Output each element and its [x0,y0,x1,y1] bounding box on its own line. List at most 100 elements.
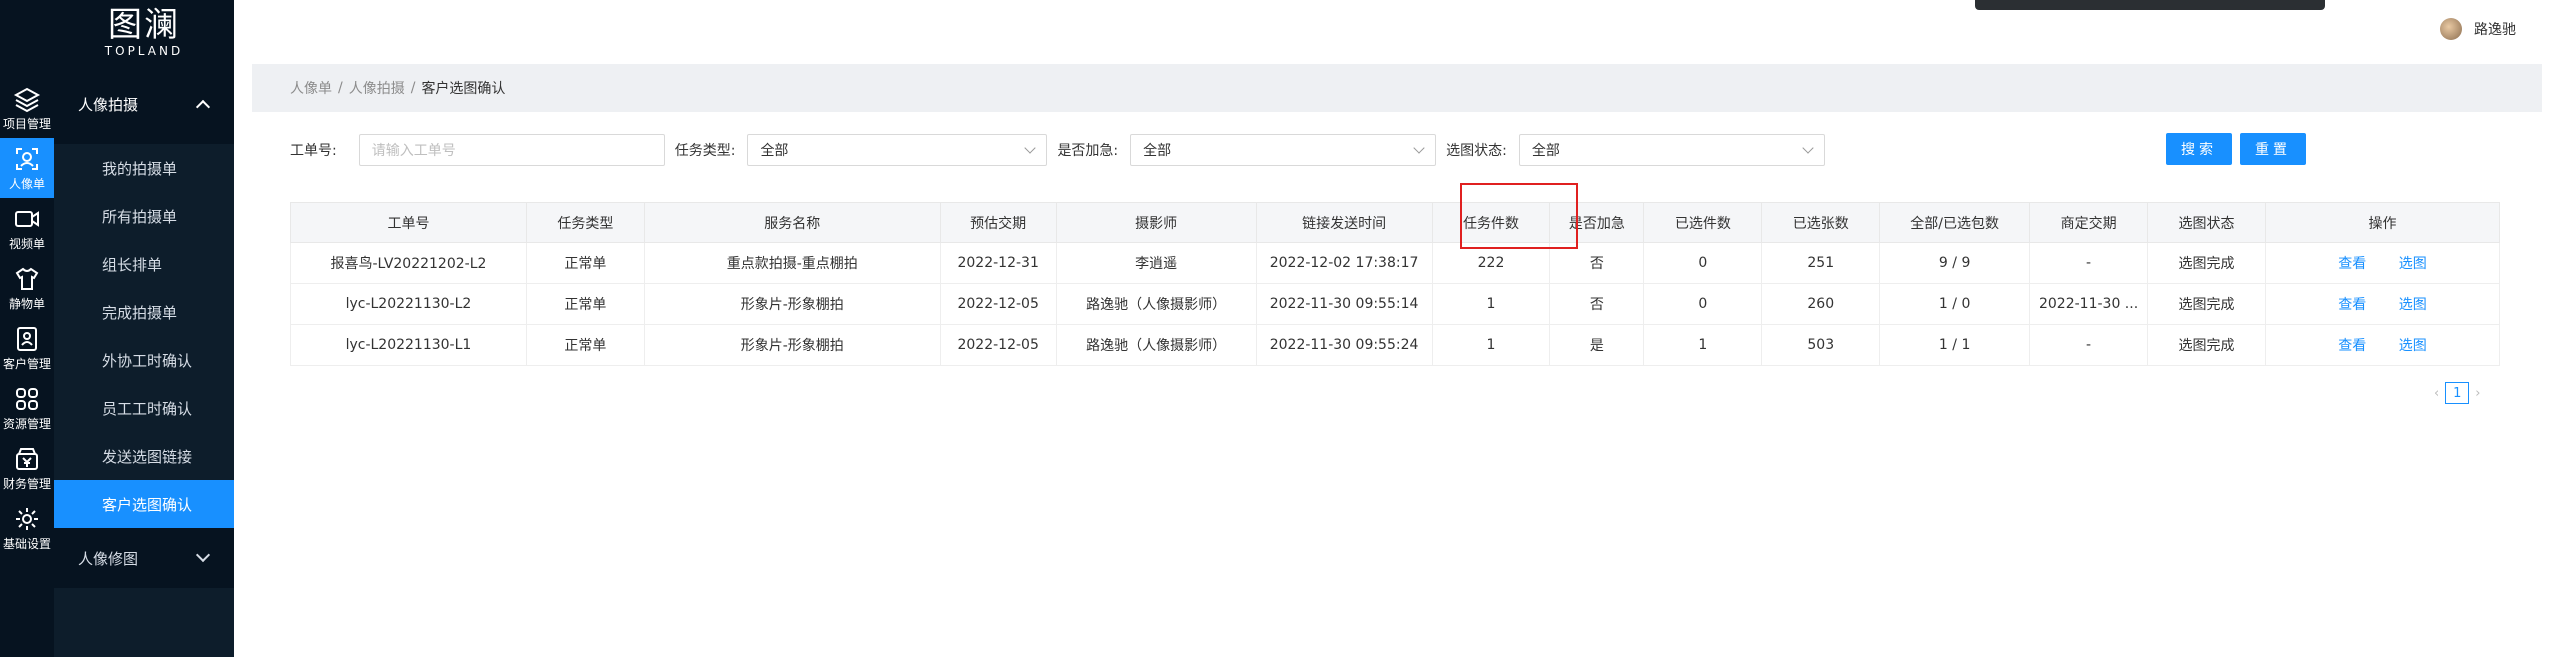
menu-item-leader-schedule[interactable]: 组长排单 [54,240,234,288]
type-label: 任务类型: [674,143,736,159]
table-cell: 503 [1761,324,1881,366]
breadcrumb-item[interactable]: 人像拍摄 [349,78,405,98]
rail-item-video[interactable]: 视频单 [0,198,54,258]
column-header: 选图状态 [2147,202,2266,243]
table-cell: 报喜鸟-LV20221202-L2 [290,242,527,284]
table-row: lyc-L20221130-L1 正常单 形象片-形象棚拍 2022-12-05… [290,324,2500,366]
menu-item-all-shoots[interactable]: 所有拍摄单 [54,192,234,240]
table-cell: 1 / 1 [1879,324,2031,366]
rail-item-settings[interactable]: 基础设置 [0,498,54,558]
search-button[interactable]: 搜索 [2166,133,2232,165]
menu-group-retouch[interactable]: 人像修图 [54,528,234,588]
menu-item-staff-hours[interactable]: 员工工时确认 [54,384,234,432]
table-cell: 2022-12-05 [939,283,1057,325]
column-header: 商定交期 [2029,202,2149,243]
table-cell: 李逍遥 [1055,242,1257,284]
table-cell: 选图完成 [2147,324,2266,366]
menu-item-outsource-hours[interactable]: 外协工时确认 [54,336,234,384]
breadcrumb-separator: / [410,80,416,96]
rail-label: 项目管理 [2,116,51,131]
chevron-down-icon [1413,142,1425,154]
table-cell: - [2029,324,2149,366]
highlight-box [1460,183,1578,249]
user-menu[interactable]: 路逸驰 [2440,18,2516,40]
video-icon [15,210,39,227]
menu-group-label: 人像修图 [78,549,139,568]
table-cell: 2022-12-31 [939,242,1057,284]
rail-label: 静物单 [8,296,45,311]
logo-mark: 图澜 [108,5,180,45]
column-header: 摄影师 [1055,202,1257,243]
chevron-up-icon [195,99,211,115]
table-cell: 正常单 [525,242,645,284]
table-cell: 正常单 [525,283,645,325]
type-select-value: 全部 [760,143,789,159]
rail-item-finance[interactable]: 财务管理 [0,438,54,498]
view-link[interactable]: 查看 [2338,338,2366,354]
table-cell: 是 [1549,324,1645,366]
table-row: lyc-L20221130-L2 正常单 形象片-形象棚拍 2022-12-05… [290,283,2500,325]
actions-cell: 查看 选图 [2265,324,2500,366]
orders-table: 工单号 任务类型 服务名称 预估交期 摄影师 链接发送时间 任务件数 是否加急 … [290,202,2500,366]
table-cell: 251 [1761,242,1881,284]
table-cell: 2022-12-05 [939,324,1057,366]
column-header: 工单号 [290,202,527,243]
menu-item-my-shoots[interactable]: 我的拍摄单 [54,144,234,192]
breadcrumb: 人像单 / 人像拍摄 / 客户选图确认 [252,64,2542,112]
customer-icon [17,326,37,351]
menu-group-portrait-shoot[interactable]: 人像拍摄 [54,64,234,144]
view-link[interactable]: 查看 [2338,297,2366,313]
column-header: 链接发送时间 [1255,202,1433,243]
breadcrumb-separator: / [338,80,343,96]
column-header: 服务名称 [643,202,941,243]
next-page-icon[interactable]: › [2475,386,2480,401]
type-select[interactable]: 全部 [747,134,1048,166]
table-cell: 否 [1549,283,1645,325]
filter-bar: 工单号: 请输入工单号 任务类型: 全部 是否加急: 全部 选图状态: 全部 [290,133,1825,167]
page-number[interactable]: 1 [2445,382,2470,404]
table-cell: 选图完成 [2147,242,2266,284]
table-cell: lyc-L20221130-L1 [290,324,527,366]
menu-item-completed-shoots[interactable]: 完成拍摄单 [54,288,234,336]
rail-label: 基础设置 [2,536,51,551]
rail-label: 财务管理 [2,476,51,491]
rail-item-still[interactable]: 静物单 [0,258,54,318]
table-cell: 选图完成 [2147,283,2266,325]
column-header: 已选张数 [1761,202,1881,243]
rail-label: 人像单 [8,176,45,191]
rail-item-resource[interactable]: 资源管理 [0,378,54,438]
table-cell: 路逸驰（人像摄影师） [1055,283,1257,325]
menu-item-customer-confirm[interactable]: 客户选图确认 [54,480,234,528]
column-header: 已选件数 [1643,202,1763,243]
select-link[interactable]: 选图 [2399,338,2427,354]
breadcrumb-item[interactable]: 人像单 [290,78,332,98]
rail-item-customer[interactable]: 客户管理 [0,318,54,378]
rail-label: 客户管理 [2,356,51,371]
table-cell: 2022-11-30 09:55:24 [1255,324,1433,366]
menu-item-send-link[interactable]: 发送选图链接 [54,432,234,480]
table-cell: 2022-11-30 09:55:14 [1255,283,1433,325]
table-cell: lyc-L20221130-L2 [290,283,527,325]
reset-button[interactable]: 重置 [2240,133,2306,165]
urgent-select[interactable]: 全部 [1130,134,1437,166]
table-cell: 260 [1761,283,1881,325]
table-cell: 1 / 0 [1879,283,2031,325]
select-link[interactable]: 选图 [2399,297,2427,313]
grid-icon [16,387,38,410]
chevron-down-icon [1802,142,1814,154]
portrait-icon [16,147,38,170]
table-cell: 正常单 [525,324,645,366]
table-cell: 形象片-形象棚拍 [643,324,941,366]
rail-item-project[interactable]: 项目管理 [0,78,54,138]
prev-page-icon[interactable]: ‹ [2434,386,2439,401]
select-status-select[interactable]: 全部 [1518,134,1825,166]
urgent-select-value: 全部 [1143,143,1172,159]
rail-item-portrait[interactable]: 人像单 [0,138,54,198]
view-link[interactable]: 查看 [2338,256,2366,272]
chevron-down-icon [195,547,211,563]
urgent-label: 是否加急: [1057,143,1119,159]
finance-icon [16,447,38,470]
table-cell: 形象片-形象棚拍 [643,283,941,325]
select-link[interactable]: 选图 [2399,256,2427,272]
order-input[interactable]: 请输入工单号 [358,134,665,166]
